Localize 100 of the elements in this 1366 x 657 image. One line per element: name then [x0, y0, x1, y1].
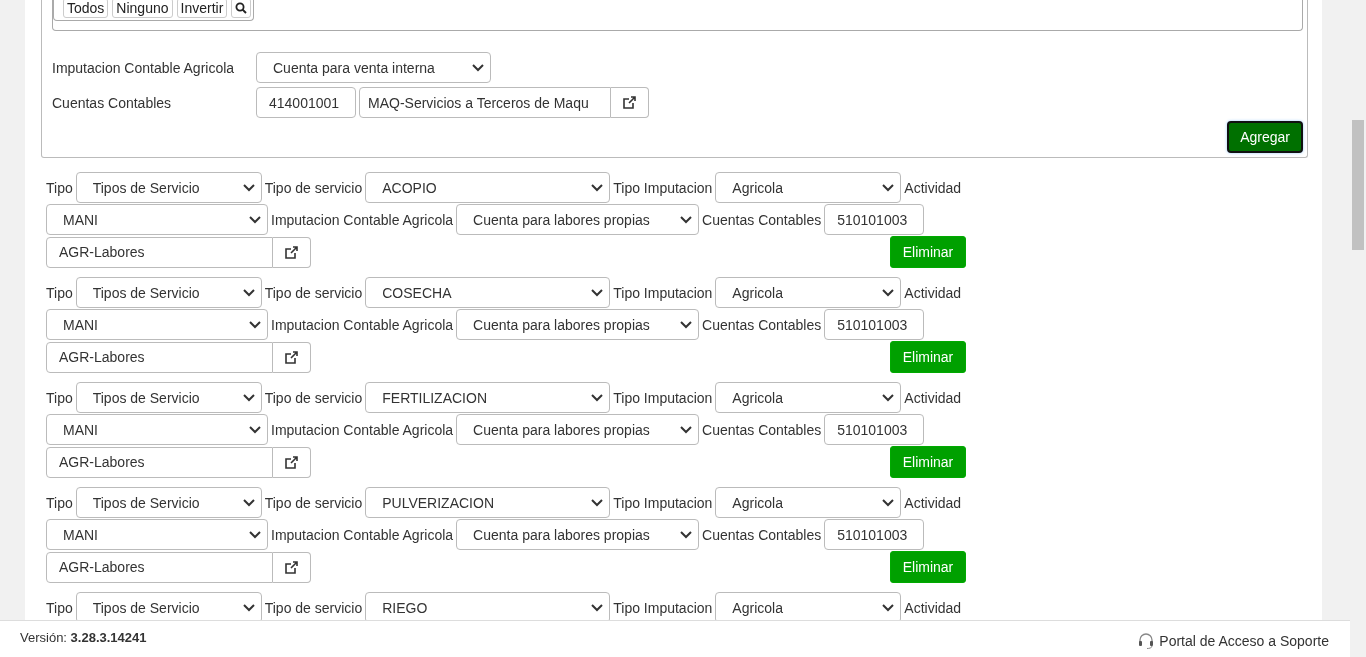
field-label: Tipo de servicio: [264, 389, 363, 406]
select-field[interactable]: PULVERIZACION: [365, 487, 611, 518]
field-label: Tipo Imputacion: [613, 599, 713, 616]
select-field[interactable]: Tipos de Servicio: [75, 382, 262, 413]
external-link-icon: [285, 350, 298, 364]
account-name-field[interactable]: MAQ-Servicios a Terceros de Maqu: [359, 87, 611, 118]
select-field[interactable]: COSECHA: [365, 277, 611, 308]
chevron-down-icon: [242, 393, 255, 402]
external-link-icon: [285, 560, 298, 574]
field-label: Tipo Imputacion: [613, 494, 713, 511]
select-field[interactable]: Cuenta para venta interna: [256, 52, 491, 83]
filter-button[interactable]: Todos: [63, 0, 109, 18]
open-link-button[interactable]: [273, 551, 311, 583]
external-link-icon: [285, 455, 298, 469]
account-name-field[interactable]: AGR-Labores: [46, 446, 273, 478]
external-link-icon: [623, 96, 636, 109]
filter-button[interactable]: Invertir: [176, 0, 228, 18]
chevron-down-icon: [680, 530, 693, 539]
chevron-down-icon: [249, 215, 261, 224]
account-code-field[interactable]: 510101003: [824, 204, 925, 235]
select-field[interactable]: MANI: [46, 309, 268, 340]
chevron-down-icon: [591, 393, 604, 402]
open-link-button[interactable]: [273, 236, 311, 268]
field-label: Cuentas Contables: [702, 211, 822, 228]
field-label: Imputacion Contable Agricola: [271, 316, 454, 333]
chevron-down-icon: [242, 498, 255, 507]
chevron-down-icon: [591, 498, 604, 507]
chevron-down-icon: [591, 183, 604, 192]
field-label: Tipo de servicio: [264, 179, 363, 196]
search-button[interactable]: [231, 0, 252, 18]
chevron-down-icon: [680, 320, 693, 329]
filter-button[interactable]: Ninguno: [112, 0, 173, 18]
field-label: Actividad: [904, 494, 962, 511]
chevron-down-icon: [242, 183, 255, 192]
field-label: Cuentas Contables: [52, 94, 173, 111]
select-field[interactable]: Agricola: [715, 592, 902, 620]
chevron-down-icon: [242, 288, 255, 297]
select-field[interactable]: MANI: [46, 204, 268, 235]
select-field[interactable]: RIEGO: [365, 592, 611, 620]
field-label: Actividad: [904, 284, 962, 301]
select-field[interactable]: Cuenta para labores propias: [456, 519, 700, 550]
field-label: Imputacion Contable Agricola: [271, 526, 454, 543]
field-label: Tipo: [46, 389, 73, 406]
field-label: Tipo: [46, 494, 73, 511]
account-code-field[interactable]: 414001001: [256, 87, 356, 118]
chevron-down-icon: [249, 320, 261, 329]
select-field[interactable]: Tipos de Servicio: [75, 487, 262, 518]
field-label: Tipo Imputacion: [613, 284, 713, 301]
add-button[interactable]: Agregar: [1227, 121, 1303, 153]
field-label: Imputacion Contable Agricola: [52, 59, 236, 76]
select-field[interactable]: Agricola: [715, 382, 902, 413]
version-text: Versión: 3.28.3.14241: [20, 629, 147, 645]
chevron-down-icon: [680, 425, 693, 434]
select-field[interactable]: MANI: [46, 519, 268, 550]
field-label: Imputacion Contable Agricola: [271, 211, 454, 228]
account-code-field[interactable]: 510101003: [824, 519, 925, 550]
select-field[interactable]: Agricola: [715, 172, 902, 203]
field-label: Tipo Imputacion: [613, 389, 713, 406]
select-field[interactable]: Tipos de Servicio: [75, 592, 262, 620]
select-field[interactable]: FERTILIZACION: [365, 382, 611, 413]
field-label: Actividad: [904, 599, 962, 616]
chevron-down-icon: [472, 63, 484, 72]
field-label: Cuentas Contables: [702, 421, 822, 438]
field-label: Tipo de servicio: [264, 494, 363, 511]
account-name-field[interactable]: AGR-Labores: [46, 341, 273, 373]
field-label: Actividad: [904, 389, 962, 406]
account-name-field[interactable]: AGR-Labores: [46, 551, 273, 583]
chevron-down-icon: [882, 183, 895, 192]
select-field[interactable]: Tipos de Servicio: [75, 172, 262, 203]
select-field[interactable]: Cuenta para labores propias: [456, 414, 700, 445]
select-field[interactable]: Tipos de Servicio: [75, 277, 262, 308]
chevron-down-icon: [680, 215, 693, 224]
chevron-down-icon: [882, 498, 895, 507]
field-label: Tipo: [46, 284, 73, 301]
account-code-field[interactable]: 510101003: [824, 414, 925, 445]
open-link-button[interactable]: [273, 341, 311, 373]
headset-icon: [1137, 633, 1156, 649]
field-label: Cuentas Contables: [702, 316, 822, 333]
field-label: Cuentas Contables: [702, 526, 822, 543]
chevron-down-icon: [882, 288, 895, 297]
chevron-down-icon: [249, 530, 261, 539]
chevron-down-icon: [591, 288, 604, 297]
select-field[interactable]: Cuenta para labores propias: [456, 204, 700, 235]
select-field[interactable]: Agricola: [715, 487, 902, 518]
chevron-down-icon: [249, 425, 261, 434]
field-label: Tipo de servicio: [264, 284, 363, 301]
chevron-down-icon: [882, 603, 895, 612]
select-field[interactable]: Cuenta para labores propias: [456, 309, 700, 340]
open-link-button[interactable]: [273, 446, 311, 478]
account-name-field[interactable]: AGR-Labores: [46, 236, 273, 268]
support-link[interactable]: Portal de Acceso a Soporte: [1137, 633, 1329, 649]
account-code-field[interactable]: 510101003: [824, 309, 925, 340]
field-label: Tipo Imputacion: [613, 179, 713, 196]
select-field[interactable]: MANI: [46, 414, 268, 445]
field-label: Imputacion Contable Agricola: [271, 421, 454, 438]
search-icon: [235, 2, 248, 14]
select-field[interactable]: Agricola: [715, 277, 902, 308]
open-link-button[interactable]: [611, 87, 649, 118]
select-field[interactable]: ACOPIO: [365, 172, 611, 203]
chevron-down-icon: [882, 393, 895, 402]
